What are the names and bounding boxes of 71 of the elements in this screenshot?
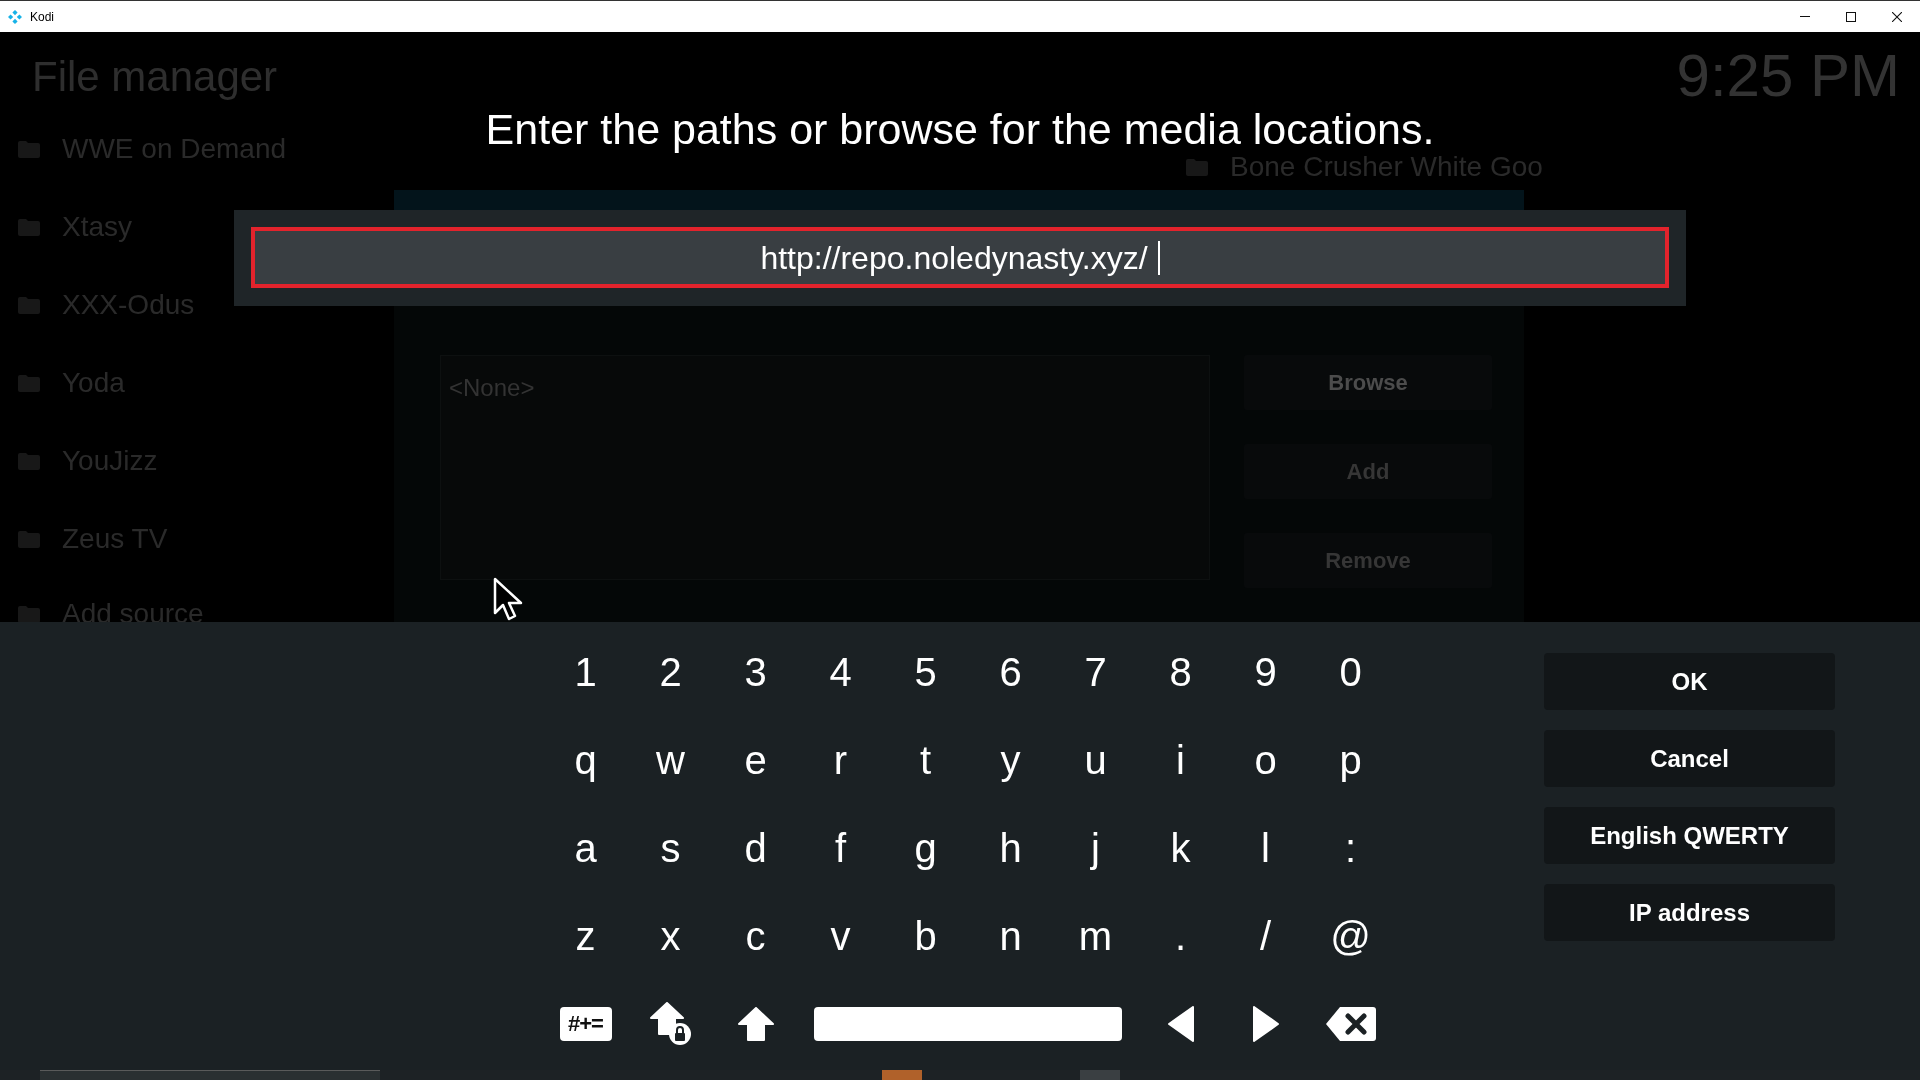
- keyboard-key[interactable]: .: [1166, 912, 1195, 960]
- keyboard-key[interactable]: i: [1168, 736, 1193, 784]
- up-arrow-icon: [737, 1007, 774, 1041]
- keyboard-key[interactable]: d: [736, 824, 775, 872]
- folder-icon: [18, 530, 40, 548]
- keyboard-key[interactable]: y: [992, 736, 1029, 784]
- keyboard-key[interactable]: 2: [651, 648, 690, 696]
- keyboard-key[interactable]: k: [1162, 824, 1199, 872]
- keyboard-key[interactable]: f: [826, 824, 855, 872]
- folder-icon: [1186, 158, 1208, 176]
- window-title: Kodi: [30, 8, 55, 26]
- keyboard-key[interactable]: v: [822, 912, 859, 960]
- keyboard-key[interactable]: 7: [1076, 648, 1115, 696]
- left-triangle-icon: [1167, 1006, 1194, 1042]
- keyboard-key[interactable]: l: [1253, 824, 1278, 872]
- keyboard-key[interactable]: q: [566, 736, 605, 784]
- keyboard-key[interactable]: 8: [1161, 648, 1200, 696]
- app-logo-icon: [8, 9, 22, 24]
- keyboard-key[interactable]: e: [736, 736, 775, 784]
- keyboard-button[interactable]: OK: [1544, 653, 1835, 710]
- taskbar-search-field[interactable]: [40, 1070, 380, 1080]
- keyboard-key[interactable]: c: [737, 912, 774, 960]
- backspace-icon: [1325, 1007, 1376, 1041]
- minimize-icon: [1800, 16, 1810, 17]
- keyboard-key[interactable]: o: [1246, 736, 1285, 784]
- shift-key[interactable]: [737, 1007, 774, 1041]
- keyboard-key[interactable]: h: [991, 824, 1030, 872]
- keyboard-heading: Enter the paths or browse for the media locations.: [485, 108, 1435, 151]
- cursor-left-key[interactable]: [1167, 1006, 1194, 1042]
- keyboard-key[interactable]: t: [911, 736, 940, 784]
- keyboard-key[interactable]: r: [825, 736, 856, 784]
- keyboard-key[interactable]: 1: [566, 648, 605, 696]
- keyboard-button[interactable]: English QWERTY: [1544, 807, 1835, 864]
- keyboard-key[interactable]: 5: [906, 648, 945, 696]
- keyboard-key[interactable]: n: [991, 912, 1030, 960]
- keyboard-key[interactable]: w: [648, 736, 693, 784]
- right-triangle-icon: [1252, 1006, 1279, 1042]
- keyboard-key[interactable]: 3: [736, 648, 775, 696]
- keyboard-key[interactable]: b: [906, 912, 945, 960]
- folder-icon: [18, 374, 40, 392]
- keyboard-key[interactable]: 0: [1331, 648, 1370, 696]
- backspace-key[interactable]: [1325, 1007, 1376, 1041]
- keyboard-key[interactable]: s: [652, 824, 689, 872]
- text-caret-icon: [1157, 240, 1160, 275]
- shift-with-lock-icon: [649, 1002, 692, 1046]
- symbols-key[interactable]: #+=: [559, 1007, 612, 1041]
- keyboard-key[interactable]: /: [1251, 912, 1280, 960]
- keyboard-key[interactable]: a: [566, 824, 605, 872]
- keyboard-key[interactable]: m: [1070, 912, 1121, 960]
- keyboard-key[interactable]: @: [1322, 912, 1379, 960]
- keyboard-button[interactable]: IP address: [1544, 884, 1835, 941]
- keyboard-key[interactable]: u: [1076, 736, 1115, 784]
- maximize-icon: [1846, 11, 1856, 22]
- keyboard-key[interactable]: x: [652, 912, 689, 960]
- folder-icon: [18, 296, 40, 314]
- keyboard-key[interactable]: :: [1336, 824, 1365, 872]
- folder-icon: [18, 452, 40, 470]
- path-input-field[interactable]: http://repo.noledynasty.xyz/: [251, 227, 1669, 288]
- keyboard-key[interactable]: j: [1083, 824, 1108, 872]
- keyboard-button[interactable]: Cancel: [1544, 730, 1835, 787]
- keyboard-key[interactable]: g: [906, 824, 945, 872]
- cursor-right-key[interactable]: [1252, 1006, 1279, 1042]
- keyboard-key[interactable]: 4: [821, 648, 860, 696]
- keyboard-key[interactable]: 9: [1246, 648, 1285, 696]
- folder-icon: [18, 140, 40, 158]
- keyboard-key[interactable]: p: [1331, 736, 1370, 784]
- keyboard-key[interactable]: z: [567, 912, 604, 960]
- close-icon: [1892, 11, 1902, 22]
- caps-lock-key[interactable]: [649, 1002, 692, 1046]
- folder-icon: [18, 218, 40, 236]
- keyboard-key[interactable]: 6: [991, 648, 1030, 696]
